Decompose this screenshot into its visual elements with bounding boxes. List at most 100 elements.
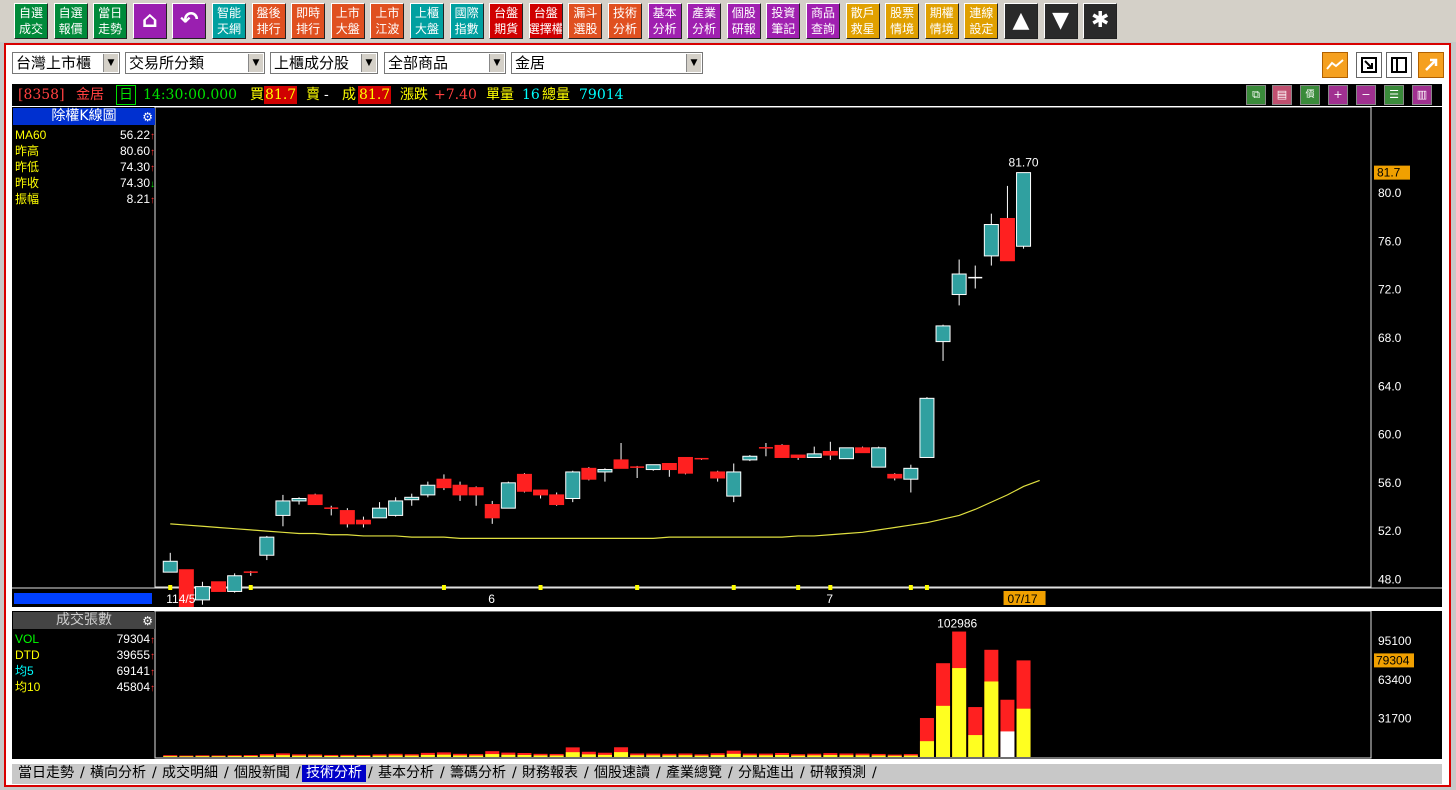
toolbar-button-5[interactable]: 智能 天網	[212, 3, 246, 39]
event-marker	[796, 585, 801, 590]
tab-基本分析[interactable]: 基本分析	[374, 765, 438, 782]
volume-bar-dtd	[292, 755, 307, 757]
chevron-down-icon[interactable]: ▼	[361, 54, 376, 72]
toolbar-button-24[interactable]: 連線 設定	[964, 3, 999, 39]
volume-bar-dtd	[614, 752, 629, 757]
volume-bar-dtd	[646, 755, 661, 757]
y-tick-label: 60.0	[1378, 428, 1402, 442]
candle	[613, 442, 629, 469]
event-marker	[248, 585, 253, 590]
chart-style-icon[interactable]	[1322, 52, 1348, 78]
tab-分點進出[interactable]: 分點進出	[734, 765, 798, 782]
volume-bar-dtd	[356, 755, 371, 757]
candle-body	[661, 463, 677, 471]
volume-bar-dtd	[436, 754, 451, 757]
toolbar-button-15[interactable]: 技術 分析	[608, 3, 642, 39]
toolbar-button-0[interactable]: 自選 成交	[14, 3, 48, 39]
tab-個股新聞[interactable]: 個股新聞	[230, 765, 294, 782]
remove-indicator-icon[interactable]: −	[1356, 85, 1376, 105]
tab-研報預測[interactable]: 研報預測	[806, 765, 870, 782]
toolbar-button-2[interactable]: 當日 走勢	[93, 3, 128, 39]
toolbar-button-9[interactable]: 上市 江波	[370, 3, 405, 39]
volume-bar	[710, 753, 725, 757]
pop-out-icon[interactable]	[1418, 52, 1444, 78]
toolbar-button-20[interactable]: 商品 查詢	[806, 3, 840, 39]
arrow-up-icon[interactable]: ▲	[1004, 3, 1038, 39]
volume-bar-dtd	[211, 756, 226, 757]
chevron-down-icon[interactable]: ▼	[489, 54, 504, 72]
market-select[interactable]: 台灣上市櫃 ▼	[12, 52, 120, 74]
toolbar-button-13[interactable]: 台盤 選擇權	[528, 3, 563, 39]
volume-bar	[211, 755, 226, 757]
chart-copy-icon[interactable]: ⧉	[1246, 85, 1266, 105]
candle	[742, 455, 758, 462]
toolbar-button-8[interactable]: 上市 大盤	[330, 3, 365, 39]
price-icon[interactable]: 價	[1300, 85, 1320, 105]
volume-bar	[855, 753, 870, 757]
volume-bar	[646, 753, 661, 757]
gear-icon[interactable]: ⚙	[142, 109, 153, 126]
back-arrow-icon[interactable]: ↶	[172, 3, 207, 39]
tab-當日走勢[interactable]: 當日走勢	[14, 765, 78, 782]
tab-個股速讀[interactable]: 個股速讀	[590, 765, 654, 782]
category-type-select[interactable]: 交易所分類 ▼	[125, 52, 265, 74]
tab-產業總覽[interactable]: 產業總覽	[662, 765, 726, 782]
toolbar-button-1[interactable]: 自選 報價	[53, 3, 88, 39]
toolbar-button-16[interactable]: 基本 分析	[647, 3, 682, 39]
volume-bar	[742, 753, 757, 757]
sub-category-select[interactable]: 上櫃成分股 ▼	[270, 52, 378, 74]
bookmark-icon[interactable]: ▤	[1272, 85, 1292, 105]
toolbar-button-23[interactable]: 期權 情境	[924, 3, 959, 39]
volume-bar	[936, 663, 951, 757]
volume-bar	[791, 754, 806, 757]
chevron-down-icon[interactable]: ▼	[248, 54, 263, 72]
volume-bar	[871, 753, 886, 757]
toolbar-button-18[interactable]: 個股 研報	[726, 3, 761, 39]
candle	[999, 185, 1015, 262]
legend-value: 56.22↑	[120, 128, 155, 144]
toolbar-button-6[interactable]: 盤後 排行	[251, 3, 286, 39]
toolbar-button-11[interactable]: 國際 指數	[449, 3, 484, 39]
chevron-down-icon[interactable]: ▼	[686, 54, 701, 72]
volume-bar-dtd	[968, 735, 983, 757]
toolbar-button-10[interactable]: 上櫃 大盤	[410, 3, 444, 39]
restore-window-icon[interactable]	[1356, 52, 1382, 78]
tab-技術分析[interactable]: 技術分析	[302, 765, 366, 782]
chevron-down-icon[interactable]: ▼	[103, 54, 118, 72]
stock-select[interactable]: 金居 ▼	[511, 52, 703, 74]
candle-body	[887, 473, 903, 479]
home-icon[interactable]: ⌂	[132, 3, 167, 39]
candle	[919, 397, 935, 458]
arrow-down-icon[interactable]: ▼	[1043, 3, 1078, 39]
layout-columns-icon[interactable]: ▥	[1412, 85, 1432, 105]
add-indicator-icon[interactable]: +	[1328, 85, 1348, 105]
legend-number: 80.60	[119, 144, 150, 158]
plot-area	[154, 611, 1372, 759]
product-select[interactable]: 全部商品 ▼	[384, 52, 506, 74]
toolbar-button-19[interactable]: 投資 筆記	[766, 3, 801, 39]
layout-rows-icon[interactable]: ☰	[1384, 85, 1404, 105]
volume-bar	[179, 755, 194, 757]
toolbar-button-12[interactable]: 台盤 期貨	[489, 3, 524, 39]
tab-籌碼分析[interactable]: 籌碼分析	[446, 765, 510, 782]
toolbar-button-22[interactable]: 股票 情境	[885, 3, 920, 39]
gear-icon[interactable]: ⚙	[142, 613, 153, 630]
tab-財務報表[interactable]: 財務報表	[518, 765, 582, 782]
volume-bar	[807, 753, 822, 757]
tab-橫向分析[interactable]: 橫向分析	[86, 765, 150, 782]
toolbar-button-7[interactable]: 即時 排行	[291, 3, 326, 39]
toolbar-button-21[interactable]: 散戶 救星	[845, 3, 880, 39]
toolbar-button-14[interactable]: 漏斗 選股	[568, 3, 603, 39]
candle-body	[581, 467, 597, 480]
legend-label: MA60	[15, 128, 47, 142]
split-layout-icon[interactable]	[1386, 52, 1412, 78]
asterisk-icon[interactable]: ✱	[1083, 3, 1118, 39]
volume-bar	[275, 753, 290, 757]
candle	[903, 464, 919, 493]
candle	[436, 474, 452, 491]
candle	[710, 470, 726, 482]
x-tick-label: 6	[488, 592, 495, 606]
toolbar-button-17[interactable]: 產業 分析	[687, 3, 722, 39]
tab-成交明細[interactable]: 成交明細	[158, 765, 222, 782]
period-button[interactable]: 日	[116, 85, 136, 105]
